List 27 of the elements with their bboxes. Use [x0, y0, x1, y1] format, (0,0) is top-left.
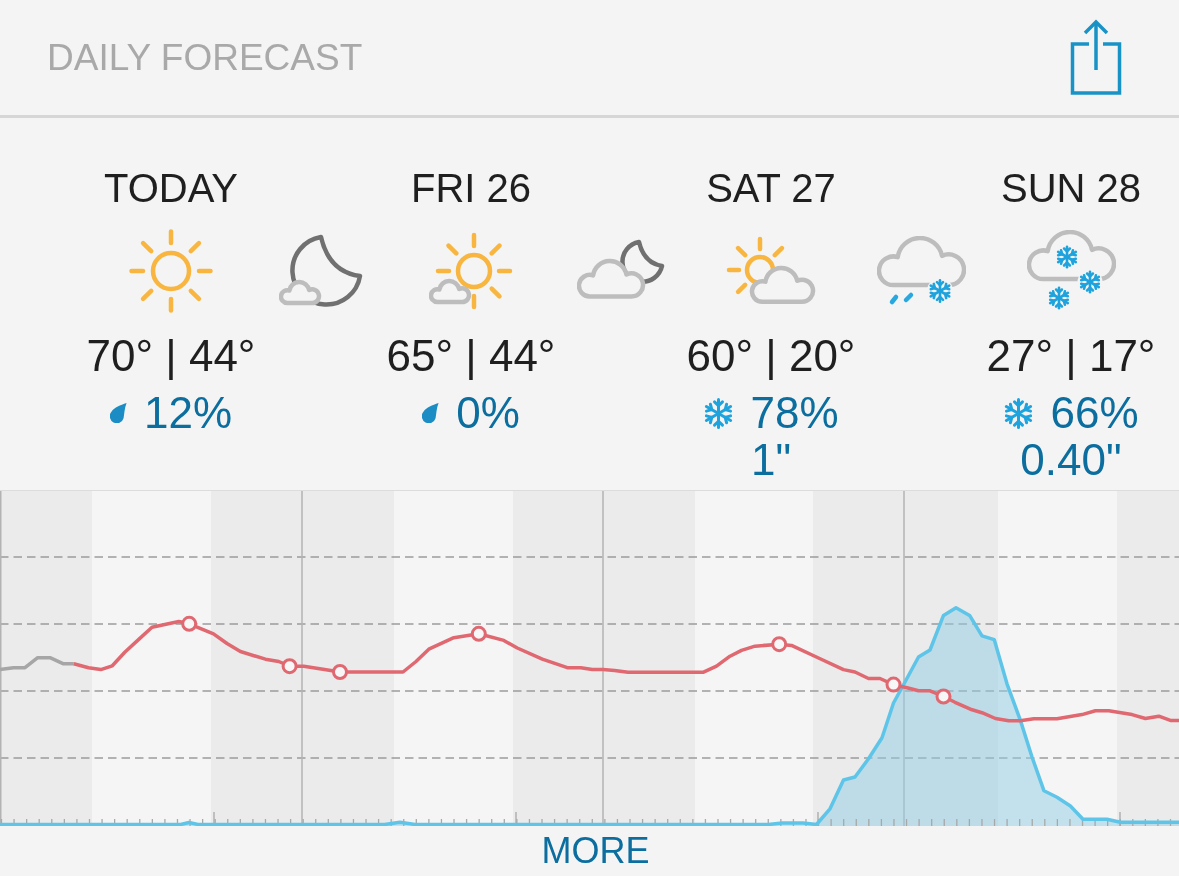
precip-chance: 66%	[1050, 391, 1139, 435]
snowflake-icon	[1003, 397, 1035, 429]
sun-cloud-icon	[726, 235, 816, 307]
precip-amount: 0.40"	[1020, 438, 1122, 482]
snowflake-icon	[703, 397, 735, 429]
temperature-range: 70° | 44°	[86, 334, 256, 378]
cloud-snow-icon	[1026, 230, 1116, 312]
temperature-range: 65° | 44°	[386, 334, 556, 378]
share-icon[interactable]	[1068, 18, 1124, 97]
cloud-rain-snow-icon	[876, 236, 966, 306]
precip-amount: 1"	[750, 438, 792, 482]
precip-chance: 78%	[750, 391, 839, 435]
sun-cloud-icon	[429, 231, 513, 311]
day-label: SUN 28	[1000, 168, 1142, 208]
precip-chance: 12%	[143, 391, 233, 435]
temperature-range: 27° | 17°	[986, 334, 1156, 378]
day-label: SAT 27	[706, 168, 836, 208]
moon-cloud-icon	[279, 234, 363, 308]
day-label: FRI 26	[410, 168, 531, 208]
raindrop-icon	[109, 403, 128, 423]
header-title: DAILY FORECAST	[47, 39, 363, 76]
more-button[interactable]: MORE	[529, 833, 650, 869]
day-label: TODAY	[103, 168, 239, 208]
sun-icon	[129, 229, 213, 313]
raindrop-icon	[422, 403, 441, 423]
temperature-range: 60° | 20°	[686, 334, 856, 378]
precip-chance: 0%	[456, 391, 520, 435]
